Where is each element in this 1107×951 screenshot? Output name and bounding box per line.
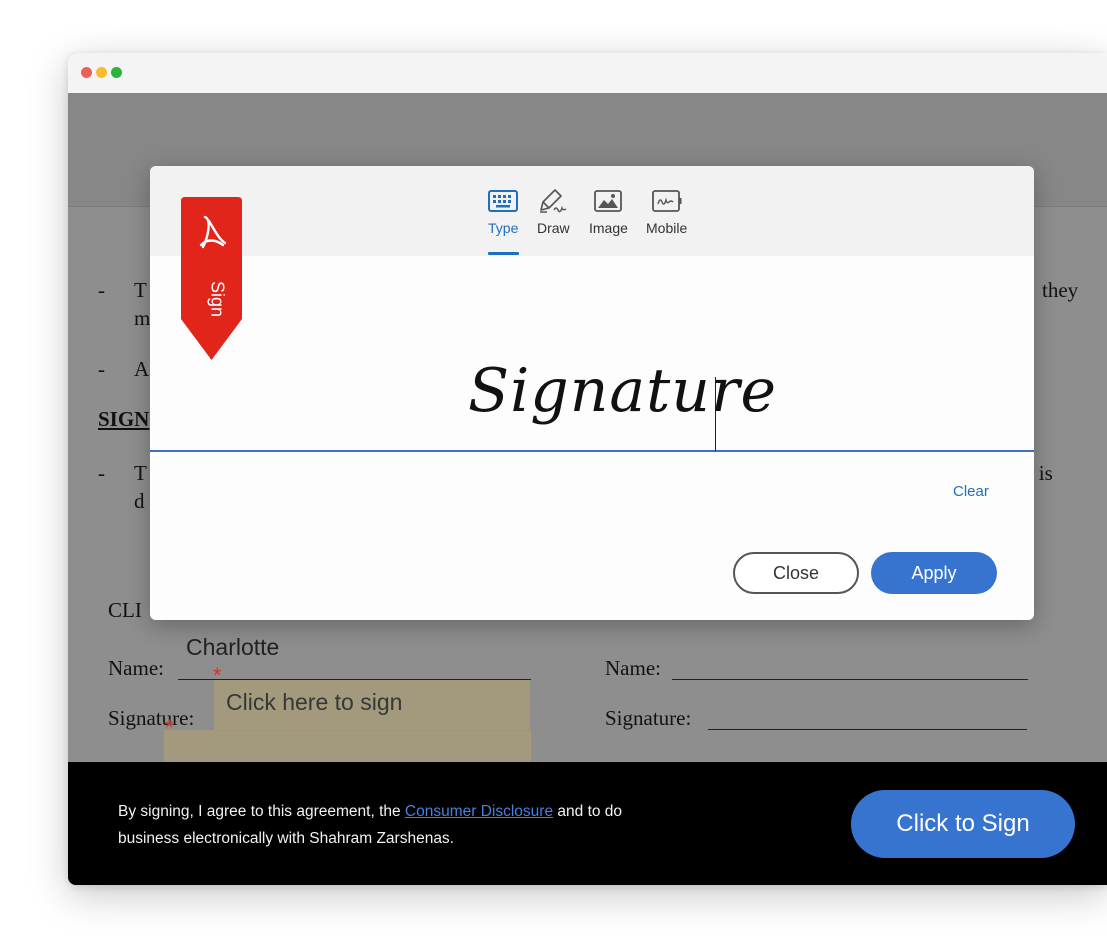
minimize-window-dot[interactable] [96,67,107,78]
close-button[interactable]: Close [733,552,859,594]
apply-button[interactable]: Apply [871,552,997,594]
tab-label: Type [488,220,519,236]
name-label: Name: [108,656,164,680]
browser-window: - T they m - A SIGN - T n is d CLI Name:… [68,53,1107,885]
close-window-dot[interactable] [81,67,92,78]
active-tab-indicator [488,252,519,255]
signature-label: Signature: [605,706,692,730]
signing-footer: By signing, I agree to this agreement, t… [68,762,1107,885]
signature-field-placeholder: Click here to sign [226,689,403,715]
text-cursor [715,377,716,451]
tab-type[interactable]: Type [488,188,518,236]
title-bar [68,53,1107,93]
adobe-sign-badge: Sign [181,197,242,360]
doc-text-fragment: T [134,278,147,302]
section-heading: SIGN [98,407,150,431]
doc-text-fragment: T [134,461,147,485]
doc-text-fragment: m [134,306,151,330]
maximize-window-dot[interactable] [111,67,122,78]
bullet: - [98,357,105,381]
typed-signature[interactable]: Signature [468,356,777,426]
click-to-sign-button[interactable]: Click to Sign [851,790,1075,858]
tab-label: Draw [537,220,570,236]
required-marker: * [213,663,222,688]
clear-link[interactable]: Clear [953,483,989,500]
tab-mobile[interactable]: Mobile [646,188,687,236]
keyboard-icon [488,188,519,214]
signature-input-area[interactable]: Signature Clear Close Apply [150,256,1034,620]
signature-method-tabs: Type Draw Image Mobile [150,166,1034,256]
signature-label: Signature: [108,706,195,730]
tab-label: Image [589,220,628,236]
bullet: - [98,461,105,485]
tab-label: Mobile [646,220,688,236]
required-marker: * [165,715,174,740]
tab-image[interactable]: Image [589,188,628,236]
image-icon [594,188,623,214]
pen-draw-icon [537,188,569,214]
signature-line [708,729,1027,730]
signature-dialog: Type Draw Image Mobile Signature Clear C… [150,166,1034,620]
doc-text-fragment: they [1042,278,1079,302]
adobe-sign-logo-icon: Sign [181,197,242,360]
signature-baseline [150,450,1034,452]
name-label: Name: [605,656,661,680]
tab-draw[interactable]: Draw [537,188,570,236]
consumer-disclosure-link[interactable]: Consumer Disclosure [405,803,553,820]
svg-text:Sign: Sign [208,281,228,317]
client-heading: CLI [108,598,142,622]
bullet: - [98,278,105,302]
document-viewer: - T they m - A SIGN - T n is d CLI Name:… [68,93,1107,781]
name-line [672,679,1028,680]
doc-text-fragment: A [134,357,150,381]
consent-text: By signing, I agree to this agreement, t… [118,798,678,852]
signature-field[interactable]: Click here to sign [214,680,530,731]
doc-text-fragment: d [134,489,145,513]
mobile-signature-icon [651,188,682,214]
name-value[interactable]: Charlotte [186,634,279,661]
consent-text-before: By signing, I agree to this agreement, t… [118,803,405,820]
